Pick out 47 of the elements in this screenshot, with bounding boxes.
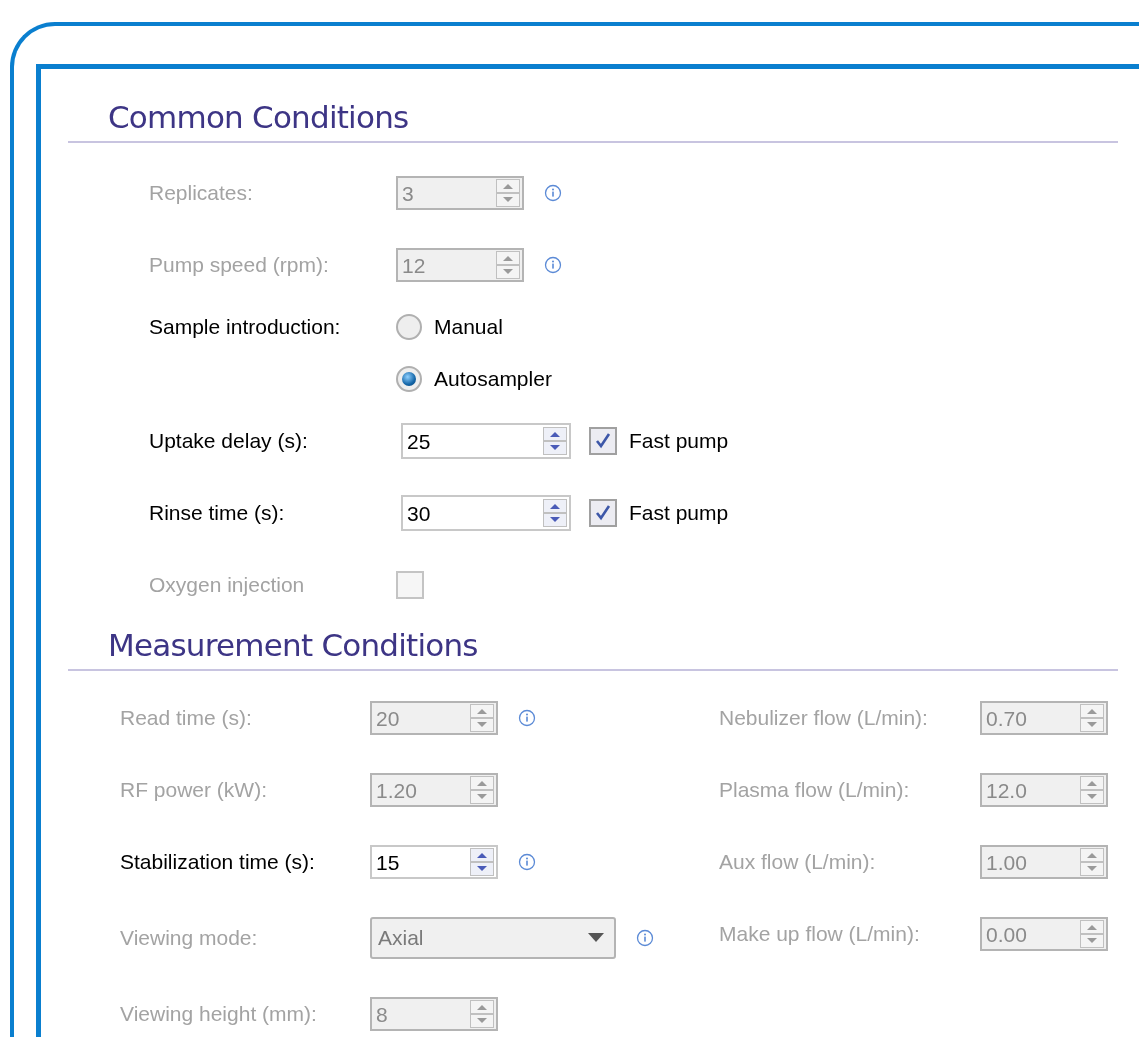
radio-label: Autosampler xyxy=(434,366,552,393)
info-icon[interactable] xyxy=(518,853,536,871)
spin-value: 3 xyxy=(401,182,415,204)
checkmark-icon xyxy=(594,504,612,522)
spin-value: 0.00 xyxy=(985,923,1028,945)
section-heading: Measurement Conditions xyxy=(107,625,479,665)
spin-value: 12 xyxy=(401,254,427,276)
checkbox-label: Fast pump xyxy=(629,428,729,455)
spin-value: 12.0 xyxy=(985,779,1028,801)
checkmark-icon xyxy=(594,432,612,450)
spinner-arrows-icon[interactable] xyxy=(543,427,567,455)
field-label: Sample introduction: xyxy=(149,314,342,341)
spin-value: 8 xyxy=(375,1003,389,1025)
spin-box[interactable]: 15 xyxy=(370,845,498,879)
spinner-arrows-icon[interactable] xyxy=(543,499,567,527)
field-label: Plasma flow (L/min): xyxy=(719,777,911,804)
spin-value: 1.20 xyxy=(375,779,418,801)
field-label: Viewing height (mm): xyxy=(120,1001,318,1028)
section-heading: Common Conditions xyxy=(107,97,410,137)
spinner-arrows-icon[interactable] xyxy=(470,848,494,876)
spin-box[interactable]: 30 xyxy=(401,495,571,531)
spin-value: 15 xyxy=(375,851,401,873)
field-label: Make up flow (L/min): xyxy=(719,921,921,948)
field-label: RF power (kW): xyxy=(120,777,268,804)
field-label: Nebulizer flow (L/min): xyxy=(719,705,929,732)
checkbox[interactable] xyxy=(589,499,617,527)
field-label: Viewing mode: xyxy=(120,925,259,952)
radio-label: Manual xyxy=(434,314,503,341)
caret-icon xyxy=(588,933,604,943)
spin-box[interactable]: 25 xyxy=(401,423,571,459)
field-label: Uptake delay (s): xyxy=(149,428,309,455)
checkbox[interactable] xyxy=(589,427,617,455)
field-label: Oxygen injection xyxy=(149,572,306,599)
field-label: Stabilization time (s): xyxy=(120,849,316,876)
field-label: Pump speed (rpm): xyxy=(149,252,330,279)
radio-button[interactable] xyxy=(396,366,422,392)
field-label: Aux flow (L/min): xyxy=(719,849,877,876)
spin-value: 1.00 xyxy=(985,851,1028,873)
field-label: Replicates: xyxy=(149,180,254,207)
radio-button[interactable] xyxy=(396,314,422,340)
spin-value: 25 xyxy=(406,430,432,452)
checkbox-label: Fast pump xyxy=(629,500,729,527)
spin-value: 30 xyxy=(406,502,432,524)
spin-value: 0.70 xyxy=(985,707,1028,729)
field-label: Read time (s): xyxy=(120,705,253,732)
spin-value: 20 xyxy=(375,707,401,729)
field-label: Rinse time (s): xyxy=(149,500,286,527)
